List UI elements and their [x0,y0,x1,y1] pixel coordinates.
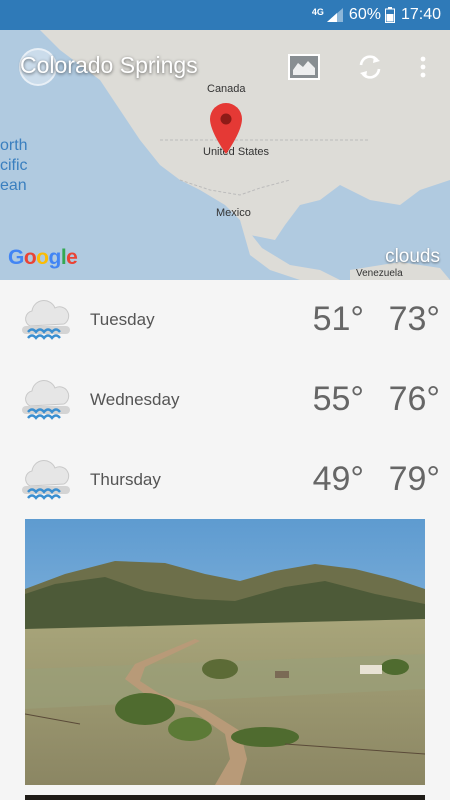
battery-percent: 60% [348,6,381,23]
ocean-label: orth cific ean [0,136,28,196]
forecast-low: 51° [312,300,364,338]
location-photo[interactable] [25,519,425,785]
more-vert-icon [420,56,426,78]
forecast-row[interactable]: Wednesday 55° 76° [0,360,450,440]
status-bar: 4G 60% 17:40 [0,0,450,30]
network-type: 4G [311,6,324,17]
map-label-mexico: Mexico [216,207,251,219]
rain-cloud-icon [22,380,70,420]
signal-indicator: 4G [311,6,343,22]
forecast-high: 79° [388,460,440,498]
location-title: Colorado Springs [20,52,198,78]
forecast-day: Wednesday [90,390,180,409]
google-logo: Google [8,246,78,269]
forecast-high: 73° [388,300,440,338]
weather-map[interactable]: orth cific ean Canada United States Mexi… [0,30,450,280]
overflow-menu-button[interactable] [406,50,440,84]
map-layer-label: clouds [385,246,440,267]
rain-cloud-icon [22,460,70,500]
map-icon [288,54,320,80]
second-photo[interactable] [25,795,425,800]
forecast-low: 55° [312,380,364,418]
forecast-row[interactable]: Thursday 49° 79° [0,440,450,520]
forecast-row[interactable]: Tuesday 51° 73° [0,280,450,360]
landscape-photo [25,519,425,785]
forecast-list: Tuesday 51° 73° Wednesday 55° 76° Thursd… [0,280,450,520]
ocean-label-line-3: ean [0,177,27,194]
map-layers-button[interactable] [287,50,321,84]
ocean-label-line-1: orth [0,137,28,154]
forecast-day: Tuesday [90,310,155,329]
map-toolbar: Colorado Springs [0,30,450,102]
map-pin-icon[interactable] [208,102,244,154]
refresh-icon [359,55,381,79]
clock: 17:40 [400,6,441,23]
forecast-day: Thursday [90,470,161,489]
ocean-label-line-2: cific [0,157,28,174]
forecast-high: 76° [388,380,440,418]
rain-cloud-icon [22,300,70,340]
battery-icon [384,7,395,23]
refresh-button[interactable] [353,50,387,84]
signal-icon [326,8,343,22]
map-label-venezuela: Venezuela [356,268,403,279]
forecast-low: 49° [312,460,364,498]
